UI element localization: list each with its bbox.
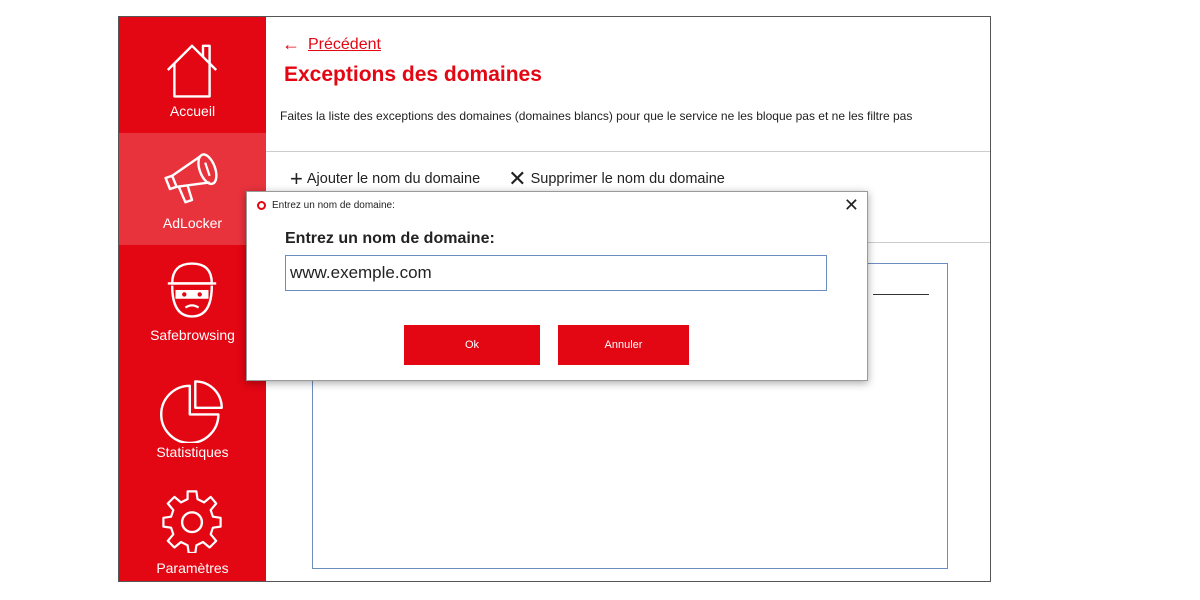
sidebar-item-accueil[interactable]: Accueil [119,17,266,129]
home-icon [166,44,218,98]
sidebar-item-label: Paramètres [156,560,229,576]
pie-chart-icon [160,380,223,443]
dialog-prompt: Entrez un nom de domaine: [285,230,495,247]
plus-icon: + [290,166,303,191]
divider [266,151,990,152]
dialog-window-title: Entrez un nom de domaine: [272,200,395,211]
page-title: Exceptions des domaines [284,63,542,86]
masked-bandit-icon [167,262,217,318]
sidebar-item-adlocker[interactable]: AdLocker [119,133,266,245]
megaphone-icon [164,153,218,204]
close-icon: ✕ [508,166,527,191]
cancel-button[interactable]: Annuler [558,325,689,365]
sidebar-item-label: Statistiques [156,444,229,460]
back-link[interactable]: ← Précédent [282,34,381,55]
arrow-left-icon: ← [282,34,300,54]
domain-input-dialog: Entrez un nom de domaine: ✕ Entrez un no… [246,191,868,381]
sidebar-item-label: AdLocker [162,215,223,231]
ok-button[interactable]: Ok [404,325,540,365]
list-header-line [873,294,929,295]
toolbar: + Ajouter le nom du domaine ✕ Supprimer … [290,166,753,191]
back-link-label: Précédent [308,35,381,53]
app-logo-icon [257,201,266,210]
sidebar-item-statistiques[interactable]: Statistiques [119,361,266,473]
add-domain-button[interactable]: + Ajouter le nom du domaine [290,166,481,191]
close-icon[interactable]: ✕ [844,195,859,215]
sidebar-item-safebrowsing[interactable]: Safebrowsing [119,247,266,359]
sidebar: Accueil AdLocker Safebrowsing Statistiqu… [119,17,266,581]
sidebar-item-label: Safebrowsing [150,327,235,343]
remove-domain-button[interactable]: ✕ Supprimer le nom du domaine [508,166,725,191]
remove-domain-label: Supprimer le nom du domaine [530,171,725,187]
domain-name-input[interactable] [285,255,827,291]
gear-icon [162,490,222,553]
sidebar-item-label: Accueil [169,103,216,119]
page-description: Faites la liste des exceptions des domai… [280,109,913,123]
sidebar-item-parametres[interactable]: Paramètres [119,473,266,581]
dialog-titlebar: Entrez un nom de domaine: [257,200,395,211]
add-domain-label: Ajouter le nom du domaine [306,171,481,187]
